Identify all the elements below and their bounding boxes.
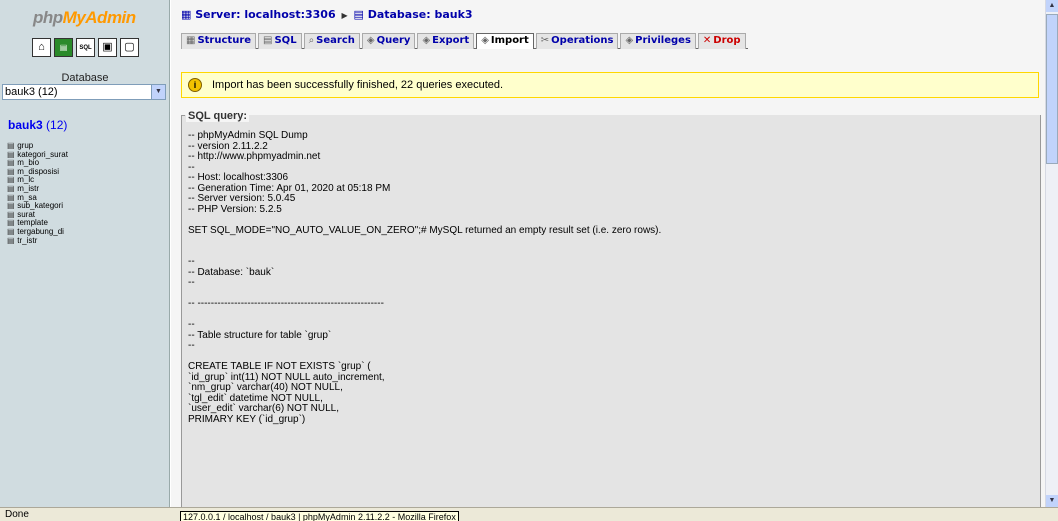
sql-query-text: -- phpMyAdmin SQL Dump -- version 2.11.2…	[182, 130, 1042, 425]
status-bar: Done	[0, 507, 1058, 521]
database-label: Database	[61, 72, 109, 84]
tab-export[interactable]: ◈ Export	[417, 33, 475, 49]
legend-rule	[181, 115, 185, 116]
sql-line: -- phpMyAdmin SQL Dump	[188, 130, 308, 141]
scroll-thumb[interactable]	[1046, 14, 1058, 164]
sql-line: CREATE TABLE IF NOT EXISTS `grup` (	[188, 361, 371, 372]
docs-icon[interactable]: ▣	[98, 38, 117, 57]
breadcrumb-database-link[interactable]: Database: bauk3	[368, 8, 473, 21]
database-title-link[interactable]: bauk3 (12)	[8, 118, 67, 132]
drop-icon: ✕	[702, 35, 712, 46]
table-icon: ▤	[7, 235, 15, 245]
home-icon[interactable]: ⌂	[32, 38, 51, 57]
tab-operations[interactable]: ✂ Operations	[535, 33, 619, 49]
tab-import[interactable]: ◈ Import	[476, 33, 534, 49]
phpmyadmin-logo[interactable]: phpMyAdmin	[33, 8, 136, 28]
sql-line	[188, 310, 1042, 321]
chevron-down-icon[interactable]: ▼	[151, 85, 165, 99]
tab-label: Structure	[197, 35, 252, 46]
tab-label: Query	[376, 35, 411, 46]
sql-icon[interactable]: SQL	[76, 38, 95, 57]
content-frame: ▦ Server: localhost:3306 ▶ ▤ Database: b…	[171, 0, 1045, 510]
tab-structure[interactable]: ▦ Structure	[181, 33, 257, 49]
tab-bar: ▦ Structure ▤ SQL ⌕ Search ◈ Query ◈ Export ◈…	[181, 33, 748, 49]
sql-icon: ▤	[263, 35, 273, 46]
server-icon: ▦	[181, 8, 192, 21]
logo-admin: Admin	[85, 8, 136, 27]
search-icon: ⌕	[308, 35, 315, 46]
legend-text: SQL query:	[186, 109, 250, 122]
status-text: Done	[5, 509, 29, 520]
import-icon: ◈	[481, 35, 489, 46]
success-notice: i Import has been successfully finished,…	[181, 72, 1039, 98]
scroll-down-icon[interactable]: ▼	[1046, 495, 1058, 507]
sql-line: `nm_grup` varchar(40) NOT NULL,	[188, 382, 343, 393]
sql-line: SET SQL_MODE="NO_AUTO_VALUE_ON_ZERO";# M…	[188, 224, 662, 236]
sql-line: --	[188, 161, 195, 173]
export-icon: ◈	[422, 35, 431, 46]
tab-search[interactable]: ⌕ Search	[303, 33, 360, 49]
tab-label: Operations	[551, 35, 614, 46]
breadcrumb-separator-icon: ▶	[341, 11, 348, 20]
privileges-icon: ◈	[625, 35, 634, 46]
sql-line: -- Database: `bauk`	[188, 266, 275, 278]
sql-line: -- PHP Version: 5.2.5	[188, 203, 282, 215]
query-icon: ◈	[366, 35, 375, 46]
tab-privileges[interactable]: ◈ Privileges	[620, 33, 696, 49]
breadcrumb: ▦ Server: localhost:3306 ▶ ▤ Database: b…	[181, 8, 473, 21]
sql-line	[188, 247, 1042, 258]
database-select[interactable]: bauk3 (12) ▼	[2, 84, 166, 100]
table-list-item[interactable]: ▤ tr_istr	[7, 235, 68, 246]
tab-label: Export	[432, 35, 470, 46]
sql-line: -- http://www.phpmyadmin.net	[188, 151, 321, 162]
info-icon: i	[188, 78, 202, 92]
logo-my: My	[62, 8, 86, 27]
sql-line	[188, 215, 1042, 226]
sql-query-legend: SQL query:	[181, 109, 250, 122]
scroll-up-icon[interactable]: ▲	[1046, 0, 1058, 12]
sql-line: --	[188, 319, 195, 330]
breadcrumb-server-link[interactable]: Server: localhost:3306	[195, 8, 335, 21]
sql-line: --	[188, 256, 195, 267]
database-title-name: bauk3	[8, 118, 43, 132]
tab-label: Search	[316, 35, 355, 46]
query-window-icon[interactable]: ▤	[54, 38, 73, 57]
window-title-tooltip: 127.0.0.1 / localhost / bauk3 | phpMyAdm…	[180, 511, 459, 521]
help-icon[interactable]: ▢	[120, 38, 139, 57]
sql-line: -- -------------------------------------…	[188, 298, 384, 309]
sql-line: -- Generation Time: Apr 01, 2020 at 05:1…	[188, 182, 391, 194]
sql-line: -- Host: localhost:3306	[188, 172, 289, 183]
navigation-frame: phpMyAdmin ⌂ ▤ SQL ▣ ▢ Database bauk3 (1…	[0, 0, 170, 507]
sql-line: --	[188, 340, 195, 351]
database-icon: ▤	[353, 8, 364, 21]
database-title-count: (12)	[42, 118, 68, 132]
tab-label: Drop	[713, 35, 741, 46]
tab-drop[interactable]: ✕ Drop	[697, 33, 746, 49]
structure-icon: ▦	[186, 35, 196, 46]
tab-label: Import	[490, 35, 529, 46]
operations-icon: ✂	[540, 35, 550, 46]
notice-text: Import has been successfully finished, 2…	[212, 79, 504, 91]
tab-label: SQL	[274, 35, 297, 46]
sql-line	[188, 236, 1042, 247]
sql-line: PRIMARY KEY (`id_grup`)	[188, 413, 306, 425]
logo-php: php	[33, 8, 63, 27]
sql-line: -- Table structure for table `grup`	[188, 329, 332, 341]
database-select-value: bauk3 (12)	[5, 86, 58, 98]
toolbar-icons: ⌂ ▤ SQL ▣ ▢	[32, 38, 139, 57]
sql-line: `user_edit` varchar(6) NOT NULL,	[188, 403, 339, 414]
sql-query-fieldset: -- phpMyAdmin SQL Dump -- version 2.11.2…	[181, 115, 1041, 510]
sql-line: -- Server version: 5.0.45	[188, 193, 296, 204]
table-list: ▤ grup ▤ kategori_surat ▤ m_bio ▤ m_disp…	[7, 141, 68, 246]
tab-sql[interactable]: ▤ SQL	[258, 33, 302, 49]
tab-query[interactable]: ◈ Query	[361, 33, 416, 49]
table-name: tr_istr	[17, 235, 38, 245]
tab-label: Privileges	[635, 35, 691, 46]
vertical-scrollbar[interactable]: ▲ ▼	[1045, 0, 1058, 507]
sql-line: --	[188, 277, 195, 288]
